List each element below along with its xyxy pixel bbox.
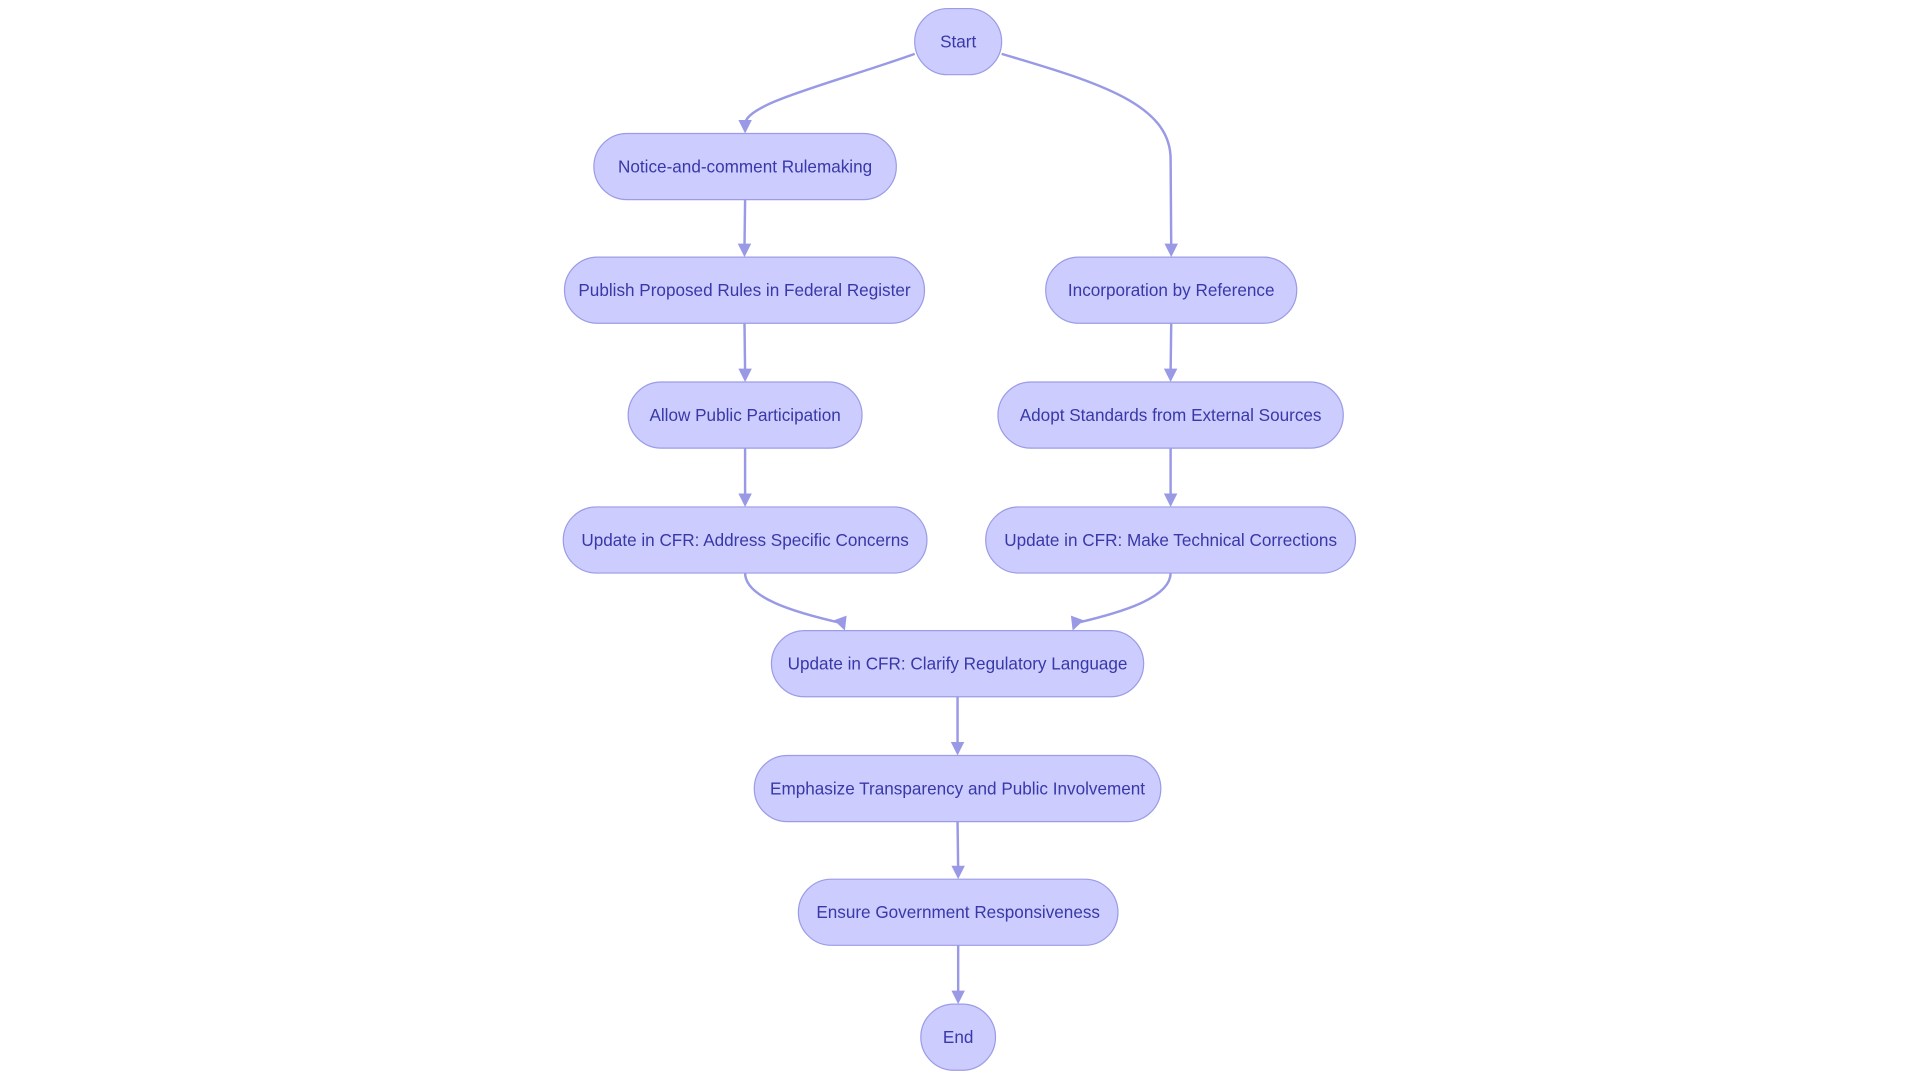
- edge-incorporation-to-adopt: [1169, 323, 1173, 373]
- node-emphasize: Emphasize Transparency and Public Involv…: [753, 754, 1162, 823]
- node-ensure: Ensure Government Responsiveness: [797, 878, 1119, 946]
- edge-start-to-notice: [743, 52, 916, 125]
- node-label: Adopt Standards from External Sources: [1020, 405, 1322, 425]
- node-label: End: [943, 1027, 973, 1047]
- node-incorporation: Incorporation by Reference: [1045, 256, 1298, 324]
- edge-update_technical-to-clarify: [1074, 572, 1172, 625]
- node-update-concerns: Update in CFR: Address Specific Concerns: [562, 506, 928, 574]
- edge-notice-to-publish: [743, 199, 747, 248]
- node-label: Update in CFR: Make Technical Correction…: [1004, 530, 1337, 550]
- node-start: Start: [914, 7, 1003, 76]
- node-end: End: [920, 1003, 997, 1071]
- arrowhead-icon: [738, 368, 752, 383]
- edge-publish-to-allow: [743, 323, 747, 373]
- node-label: Start: [940, 32, 976, 52]
- arrowhead-icon: [1163, 368, 1178, 383]
- edge-start-to-incorporation: [1001, 52, 1173, 248]
- edge-emphasize-to-ensure: [956, 821, 960, 870]
- arrowhead-icon: [1163, 493, 1178, 507]
- node-publish: Publish Proposed Rules in Federal Regist…: [563, 256, 926, 324]
- arrowhead-icon: [951, 990, 965, 1005]
- node-label: Emphasize Transparency and Public Involv…: [770, 779, 1145, 799]
- node-update-technical: Update in CFR: Make Technical Correction…: [985, 506, 1357, 574]
- node-allow: Allow Public Participation: [627, 381, 863, 449]
- node-label: Ensure Government Responsiveness: [816, 902, 1100, 922]
- node-label: Update in CFR: Address Specific Concerns: [581, 530, 908, 550]
- arrowhead-icon: [737, 243, 752, 258]
- edge-update_concerns-to-clarify: [743, 572, 843, 625]
- node-adopt: Adopt Standards from External Sources: [997, 381, 1344, 449]
- node-label: Update in CFR: Clarify Regulatory Langua…: [788, 654, 1128, 674]
- node-label: Notice-and-comment Rulemaking: [618, 157, 872, 177]
- node-notice: Notice-and-comment Rulemaking: [593, 132, 897, 201]
- arrowhead-icon: [738, 120, 752, 134]
- arrowhead-icon: [1164, 243, 1178, 258]
- node-clarify: Update in CFR: Clarify Regulatory Langua…: [770, 630, 1145, 698]
- arrowhead-icon: [738, 493, 752, 507]
- flowchart: Start Notice-and-comment Rulemaking Publis…: [562, 7, 1357, 1071]
- node-label: Allow Public Participation: [649, 405, 840, 425]
- node-label: Publish Proposed Rules in Federal Regist…: [578, 280, 911, 300]
- arrowhead-icon: [950, 742, 965, 756]
- node-label: Incorporation by Reference: [1068, 280, 1275, 300]
- arrowhead-icon: [951, 865, 965, 880]
